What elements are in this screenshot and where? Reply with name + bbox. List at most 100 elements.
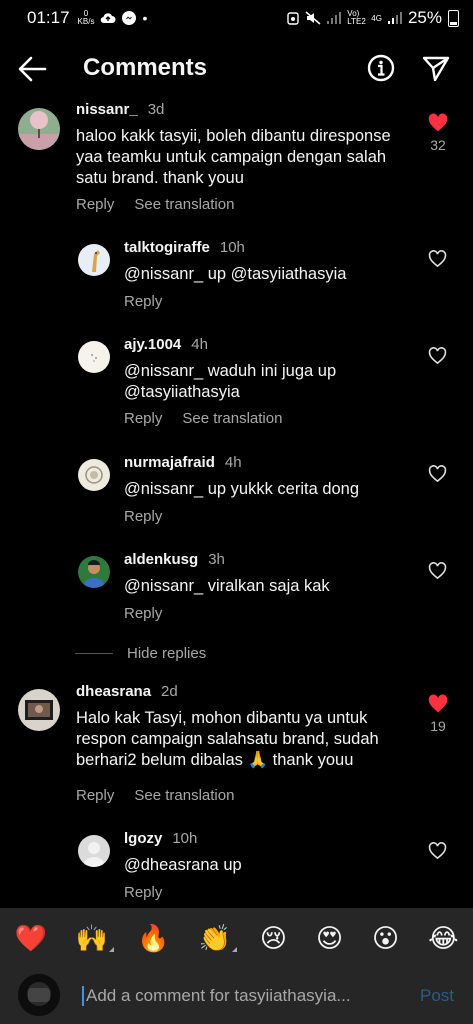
emoji-crying[interactable]: 😢 [260,923,287,954]
dot-icon: • [142,10,148,26]
like-count[interactable]: 32 [423,137,453,153]
current-user-avatar[interactable] [18,974,60,1016]
reply-actions: Reply [124,884,162,901]
signal-icon-2 [387,12,402,24]
header: Comments [0,50,473,86]
avatar-image [78,556,110,588]
reply-button[interactable]: Reply [124,508,162,525]
avatar[interactable] [78,835,110,867]
reply-text: @dheasrana up [124,855,242,876]
comment-time: 4h [224,454,242,471]
comment-line: haloo kakk tasyii, boleh dibantu direspo… [76,127,391,145]
network-label-4g: 4G [371,13,382,23]
emoji-quick-bar: ❤️ 🙌 🔥 👏 😢 😍 😮 😂 [0,908,473,968]
reply-button[interactable]: Reply [124,605,162,622]
comment-time: 10h [172,830,198,847]
comment-actions: Reply See translation [76,196,234,213]
heart-liked-icon[interactable] [428,113,448,133]
reply-header: ajy.1004 4h [124,336,208,353]
back-arrow-icon[interactable] [16,54,48,84]
reply-button[interactable]: Reply [124,410,162,427]
comment-line: @dheasrana up [124,856,242,874]
like-count[interactable]: 19 [423,718,453,734]
avatar-image [78,244,110,276]
heart-liked-icon[interactable] [428,694,448,714]
info-icon[interactable] [367,54,395,82]
username[interactable]: nissanr_ [76,101,138,118]
avatar[interactable] [78,244,110,276]
username[interactable]: lgozy [124,830,162,847]
avatar-image [78,835,110,867]
see-translation-button[interactable]: See translation [134,787,234,804]
username[interactable]: talktogiraffe [124,239,210,256]
comment-line: yaa teamku untuk campaign dengan salah [76,148,387,166]
username[interactable]: dheasrana [76,683,151,700]
emoji-heart[interactable]: ❤️ [14,923,46,954]
heart-outline-icon[interactable] [428,562,447,580]
mute-icon [305,11,321,25]
comment-line: berhari2 belum dibalas 🙏 thank youu [76,751,354,769]
username[interactable]: ajy.1004 [124,336,181,353]
post-button[interactable]: Post [420,986,454,1006]
hide-replies-button[interactable]: Hide replies [75,645,206,662]
cloud-upload-icon [101,13,116,24]
heart-outline-icon[interactable] [428,465,447,483]
reply-button[interactable]: Reply [124,884,162,901]
heart-outline-icon[interactable] [428,842,447,860]
avatar[interactable] [18,689,60,731]
comment-time: 3d [147,101,165,118]
divider-line [75,653,113,654]
status-right: Vo) LTE2 4G 25% [287,8,459,28]
signal-icon [327,12,342,24]
reply-button[interactable]: Reply [124,293,162,310]
reply-text: @nissanr_ viralkan saja kak [124,576,330,597]
username[interactable]: nurmajafraid [124,454,215,471]
heart-outline-icon[interactable] [428,347,447,365]
comment-composer: Add a comment for tasyiiathasyia... Post [0,968,473,1024]
network-speed: 0 KB/s [78,10,95,26]
username[interactable]: aldenkusg [124,551,198,568]
alarm-icon [287,12,299,25]
avatar[interactable] [78,341,110,373]
avatar-image [18,689,60,731]
emoji-clapping[interactable]: 👏 [199,923,238,954]
reply-header: lgozy 10h [124,830,197,847]
reply-header: talktogiraffe 10h [124,239,245,256]
avatar-image [78,341,110,373]
see-translation-button[interactable]: See translation [182,410,282,427]
heart-outline-icon[interactable] [428,250,447,268]
avatar-image [78,459,110,491]
avatar-image [18,108,60,150]
comment-line: @nissanr_ viralkan saja kak [124,577,330,595]
reply-actions: Reply [124,508,162,525]
comment-text: haloo kakk tasyii, boleh dibantu direspo… [76,126,391,189]
reply-text: @nissanr_ up yukkk cerita dong [124,479,359,500]
reply-button[interactable]: Reply [76,787,114,804]
status-time: 01:17 [27,8,70,27]
emoji-fire[interactable]: 🔥 [137,923,169,954]
comment-line: satu brand. thank youu [76,169,244,187]
hide-replies-label: Hide replies [127,645,207,662]
avatar-image [18,974,60,1016]
emoji-raising-hands[interactable]: 🙌 [76,923,115,954]
comment-line: @tasyiiathasyia [124,383,240,401]
comment-line: Halo kak Tasyi, mohon dibantu ya untuk [76,709,368,727]
emoji-surprised[interactable]: 😮 [372,923,399,954]
avatar[interactable] [18,108,60,150]
emoji-laughing[interactable]: 😂 [428,923,458,954]
see-translation-button[interactable]: See translation [134,196,234,213]
comment-input[interactable]: Add a comment for tasyiiathasyia... [82,986,351,1006]
avatar[interactable] [78,556,110,588]
comment-time: 2d [161,683,178,700]
emoji-heart-eyes[interactable]: 😍 [316,923,343,954]
reply-text: @nissanr_ waduh ini juga up @tasyiiathas… [124,361,336,403]
reply-actions: Reply [124,605,162,622]
send-icon[interactable] [421,54,451,82]
status-bar: 01:17 0 KB/s • Vo) LTE2 4G 25% [0,0,473,36]
messenger-icon [122,11,137,25]
comment-time: 4h [191,336,208,353]
reply-button[interactable]: Reply [76,196,114,213]
avatar[interactable] [78,459,110,491]
comment-line: @nissanr_ up @tasyiiathasyia [124,265,347,283]
status-left: 01:17 0 KB/s • [27,8,147,28]
